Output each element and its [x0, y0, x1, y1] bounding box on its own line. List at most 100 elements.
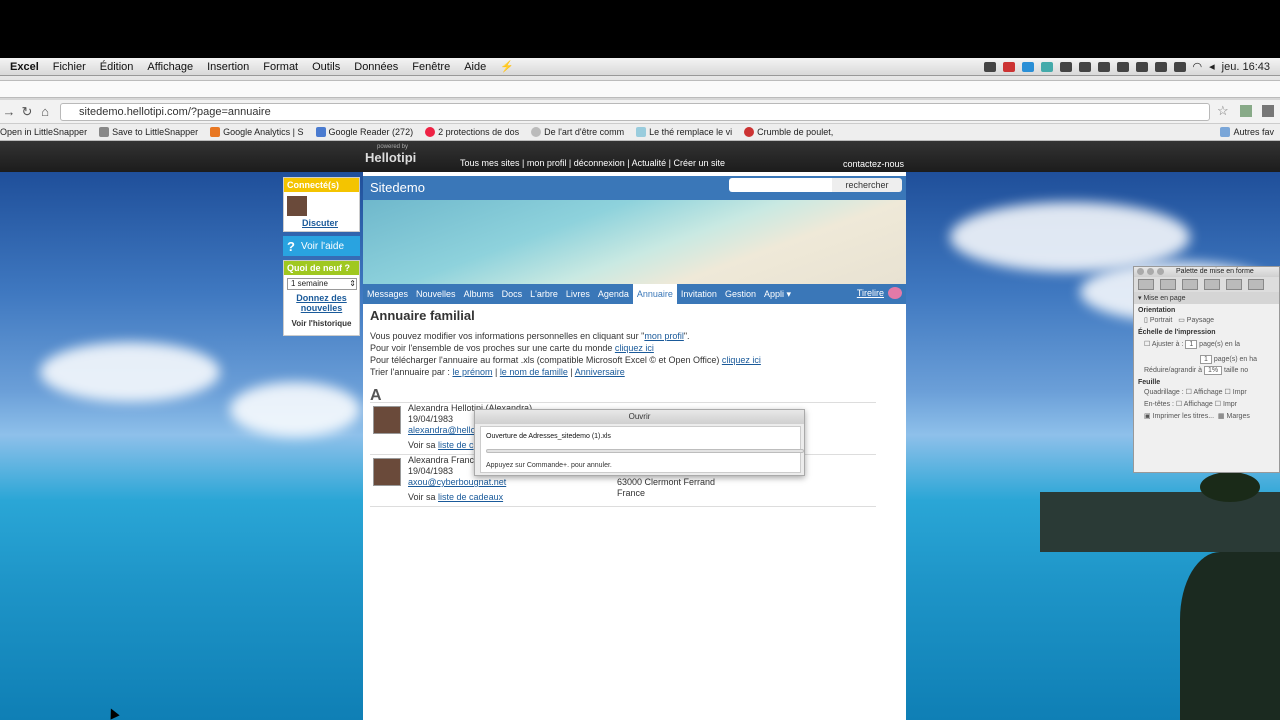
menu-format[interactable]: Format: [256, 61, 305, 73]
contact-email[interactable]: axou@cyberbougnat.net: [408, 477, 506, 487]
volume-icon[interactable]: ◂: [1209, 60, 1215, 73]
tab-docs[interactable]: Docs: [498, 284, 527, 304]
extension-icon[interactable]: [1240, 105, 1252, 117]
format-cells-icon[interactable]: [1160, 279, 1176, 290]
function-icon[interactable]: [1182, 279, 1198, 290]
sort-firstname-link[interactable]: le prénom: [452, 367, 492, 377]
period-select[interactable]: 1 semaine ⇕: [287, 278, 357, 290]
map-link[interactable]: cliquez ici: [615, 343, 654, 353]
tray-icon[interactable]: [1002, 61, 1015, 72]
contact-email[interactable]: alexandra@hello: [408, 425, 476, 435]
contact-photo[interactable]: [373, 458, 401, 486]
menu-edition[interactable]: Édition: [93, 61, 141, 73]
reduce-input[interactable]: 1%: [1203, 366, 1223, 375]
tab-agenda[interactable]: Agenda: [594, 284, 633, 304]
clock-text[interactable]: jeu. 16:43: [1222, 61, 1270, 73]
tray-icon[interactable]: [1040, 61, 1053, 72]
tab-invitation[interactable]: Invitation: [677, 284, 721, 304]
tray-icon[interactable]: [1078, 61, 1091, 72]
profile-link[interactable]: mon profil: [644, 331, 684, 341]
site-title[interactable]: Sitedemo: [370, 180, 425, 195]
forward-icon[interactable]: →: [0, 104, 18, 119]
format-text-icon[interactable]: [1138, 279, 1154, 290]
tab-albums[interactable]: Albums: [460, 284, 498, 304]
tab-nouvelles[interactable]: Nouvelles: [412, 284, 460, 304]
reload-icon[interactable]: ↻: [18, 104, 36, 120]
menu-excel[interactable]: Excel: [0, 61, 46, 73]
portrait-option[interactable]: ▯ Portrait: [1144, 317, 1172, 324]
script-menu-icon[interactable]: ⚡: [493, 60, 521, 73]
tab-annuaire[interactable]: Annuaire: [632, 284, 677, 304]
search-button[interactable]: rechercher: [832, 178, 902, 192]
tray-icon[interactable]: [1116, 61, 1129, 72]
tab-arbre[interactable]: L'arbre: [526, 284, 562, 304]
tab-messages[interactable]: Messages: [363, 284, 412, 304]
search-input[interactable]: [729, 178, 832, 192]
bookmark-item[interactable]: 2 protections de dos: [419, 127, 525, 137]
bookmark-item[interactable]: Le thé remplace le vi: [630, 127, 738, 137]
bookmark-item[interactable]: Google Reader (272): [310, 127, 420, 137]
sort-birthday-link[interactable]: Anniversaire: [575, 367, 625, 377]
fit-width-input[interactable]: 1: [1185, 340, 1198, 349]
gridlines-print-checkbox[interactable]: ☐: [1225, 389, 1231, 396]
help-widget[interactable]: ? Voir l'aide: [283, 236, 360, 256]
tab-appli[interactable]: Appli ▾: [760, 284, 795, 304]
contact-photo[interactable]: [373, 406, 401, 434]
twitter-icon[interactable]: [1021, 61, 1034, 72]
gift-list-link[interactable]: liste de c: [438, 440, 474, 450]
tab-livres[interactable]: Livres: [562, 284, 594, 304]
minimize-button[interactable]: [1147, 268, 1154, 275]
contact-link[interactable]: contactez-nous: [843, 159, 904, 169]
bookmark-item[interactable]: Open in LittleSnapper: [0, 127, 93, 137]
tab-gestion[interactable]: Gestion: [721, 284, 760, 304]
bookmark-item[interactable]: Google Analytics | S: [204, 127, 309, 137]
bookmark-item[interactable]: Save to LittleSnapper: [93, 127, 204, 137]
piggy-bank-icon[interactable]: [888, 287, 902, 299]
tools-icon[interactable]: [1248, 279, 1264, 290]
wifi-icon[interactable]: ◠: [1193, 60, 1203, 73]
fit-height-input[interactable]: 1: [1200, 355, 1212, 364]
download-xls-link[interactable]: cliquez ici: [722, 355, 761, 365]
margins-button[interactable]: ▦ Marges: [1218, 413, 1250, 420]
bookmark-item[interactable]: Crumble de poulet,: [738, 127, 839, 137]
sync-icon[interactable]: [1135, 61, 1148, 72]
palette-section-header[interactable]: ▾ Mise en page: [1134, 292, 1279, 304]
menu-insertion[interactable]: Insertion: [200, 61, 256, 73]
objects-icon[interactable]: [1204, 279, 1220, 290]
address-bar[interactable]: sitedemo.hellotipi.com/?page=annuaire: [60, 103, 1210, 121]
menu-fenetre[interactable]: Fenêtre: [405, 61, 457, 73]
bookmark-item[interactable]: De l'art d'être comm: [525, 127, 630, 137]
landscape-option[interactable]: ▭ Paysage: [1178, 317, 1214, 324]
avatar[interactable]: [287, 196, 307, 216]
gridlines-display-checkbox[interactable]: ☐: [1186, 389, 1192, 396]
bluetooth-icon[interactable]: [1173, 61, 1186, 72]
tirelire-link[interactable]: Tirelire: [857, 288, 884, 298]
account-links[interactable]: Tous mes sites | mon profil | déconnexio…: [460, 158, 725, 168]
print-titles-button[interactable]: ▣ Imprimer les titres...: [1144, 413, 1214, 420]
chart-icon[interactable]: [1226, 279, 1242, 290]
tray-icon[interactable]: [1059, 61, 1072, 72]
tray-icon[interactable]: [1097, 61, 1110, 72]
headings-print-checkbox[interactable]: ☐: [1215, 401, 1221, 408]
menu-outils[interactable]: Outils: [305, 61, 347, 73]
history-link[interactable]: Voir l'historique: [284, 319, 359, 328]
other-bookmarks[interactable]: Autres fav: [1214, 127, 1280, 137]
sort-lastname-link[interactable]: le nom de famille: [500, 367, 568, 377]
close-button[interactable]: [1137, 268, 1144, 275]
star-icon[interactable]: ☆: [1217, 103, 1229, 119]
zoom-button[interactable]: [1157, 268, 1164, 275]
home-icon[interactable]: ⌂: [36, 104, 54, 119]
fit-checkbox[interactable]: ☐: [1144, 341, 1150, 348]
give-news-link[interactable]: Donnez des nouvelles: [284, 293, 359, 313]
gift-list-link[interactable]: liste de cadeaux: [438, 492, 503, 502]
extension-icon[interactable]: [1262, 105, 1274, 117]
clock-icon[interactable]: [1154, 61, 1167, 72]
headings-display-checkbox[interactable]: ☐: [1176, 401, 1182, 408]
discuss-link[interactable]: Discuter: [302, 218, 338, 228]
menu-donnees[interactable]: Données: [347, 61, 405, 73]
menu-fichier[interactable]: Fichier: [46, 61, 93, 73]
tray-icon[interactable]: [983, 61, 996, 72]
menu-affichage[interactable]: Affichage: [140, 61, 200, 73]
menu-aide[interactable]: Aide: [457, 61, 493, 73]
hellotipi-logo[interactable]: powered by Hellotipi: [365, 144, 416, 165]
